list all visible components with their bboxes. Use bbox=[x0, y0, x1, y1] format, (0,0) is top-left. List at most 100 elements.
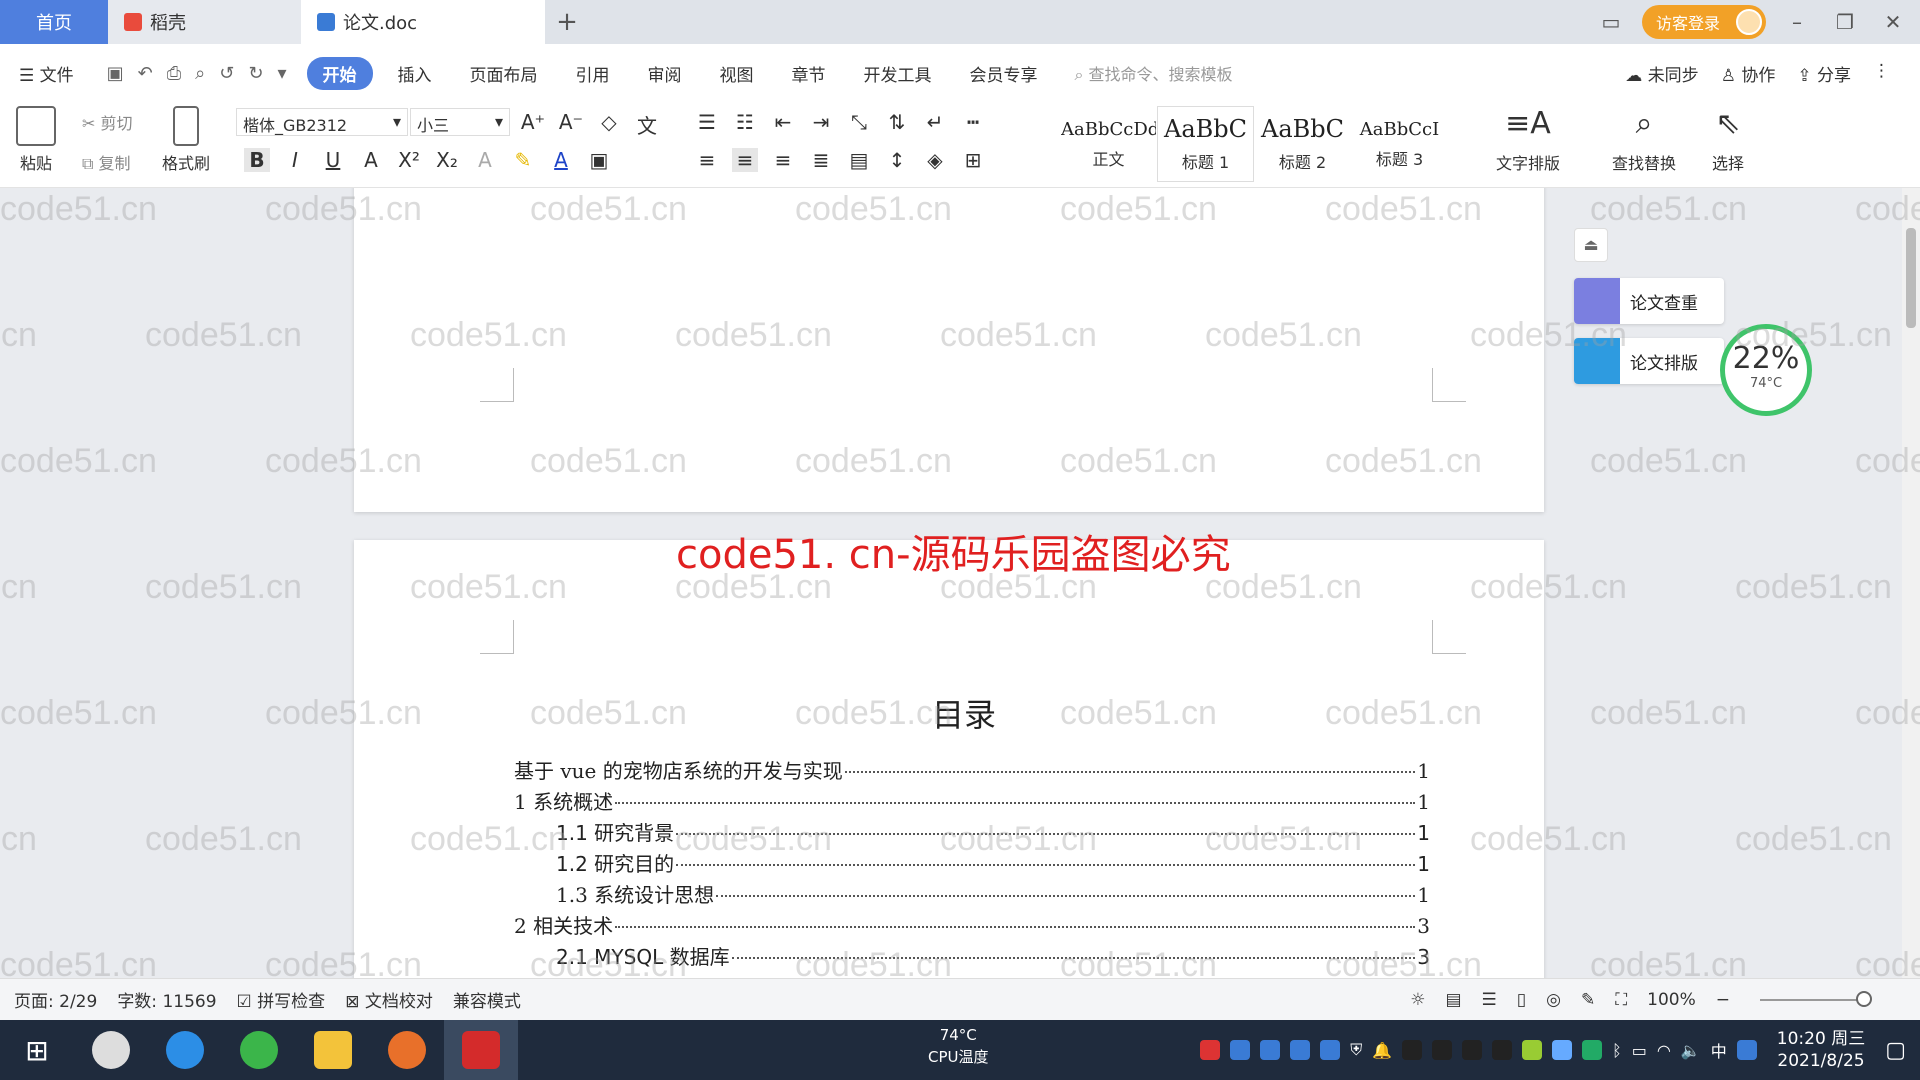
bluetooth-icon[interactable]: ᛒ bbox=[1612, 1041, 1622, 1060]
qq-icon[interactable] bbox=[1432, 1040, 1453, 1060]
minimize-icon[interactable]: – bbox=[1780, 10, 1814, 34]
menu-developer[interactable]: 开发工具 bbox=[845, 61, 951, 86]
tray-app-icon[interactable] bbox=[1260, 1040, 1281, 1060]
read-view-icon[interactable]: ▯ bbox=[1517, 990, 1526, 1010]
decrease-indent-icon[interactable]: ⇤ bbox=[770, 110, 796, 134]
restore-icon[interactable]: ❐ bbox=[1828, 10, 1862, 34]
text-effect-icon[interactable]: A bbox=[472, 148, 498, 172]
proofread-button[interactable]: ⊠ 文档校对 bbox=[345, 987, 433, 1012]
select-button[interactable]: ⇖ 选择 bbox=[1712, 106, 1744, 174]
borders-icon[interactable]: ⊞ bbox=[960, 148, 986, 172]
font-size-select[interactable]: 小三 ▾ bbox=[410, 108, 510, 136]
rollback-icon[interactable]: ↶ bbox=[138, 63, 153, 84]
strikethrough-icon[interactable]: A bbox=[358, 148, 384, 172]
notification-icon[interactable]: ▢ bbox=[1885, 1038, 1906, 1063]
redo-icon[interactable]: ↻ bbox=[248, 63, 263, 84]
cut-button[interactable]: ✂ 剪切 bbox=[82, 110, 133, 134]
print-icon[interactable]: ⎙ bbox=[167, 63, 181, 84]
text-direction-icon[interactable]: ⤡ bbox=[846, 110, 872, 134]
file-menu[interactable]: ☰ 文件 bbox=[0, 61, 93, 86]
text-layout-button[interactable]: ≡A 文字排版 bbox=[1496, 106, 1560, 174]
zoom-out-icon[interactable]: − bbox=[1716, 990, 1730, 1010]
phonetic-icon[interactable]: 文 bbox=[634, 110, 660, 139]
menu-insert[interactable]: 插入 bbox=[379, 61, 451, 86]
start-button[interactable]: ⊞ bbox=[0, 1020, 74, 1080]
paper-layout-button[interactable]: 论文排版 bbox=[1574, 338, 1724, 384]
menu-view[interactable]: 视图 bbox=[701, 61, 773, 86]
toc-entry[interactable]: 2 相关技术 3 bbox=[514, 910, 1430, 941]
copy-button[interactable]: ⧉ 复制 bbox=[82, 150, 131, 174]
zoom-slider-knob[interactable] bbox=[1856, 991, 1872, 1007]
menu-page-layout[interactable]: 页面布局 bbox=[451, 61, 557, 86]
tray-app-icon[interactable] bbox=[1230, 1040, 1251, 1060]
char-border-icon[interactable]: ▣ bbox=[586, 148, 612, 172]
save-icon[interactable]: ▣ bbox=[107, 63, 124, 84]
style-heading-2[interactable]: AaBbC 标题 2 bbox=[1254, 106, 1351, 182]
zoom-slider[interactable] bbox=[1760, 991, 1872, 1007]
write-view-icon[interactable]: ✎ bbox=[1581, 990, 1595, 1010]
qq-icon[interactable] bbox=[1492, 1040, 1513, 1060]
taskbar-app[interactable] bbox=[222, 1020, 296, 1080]
font-color-icon[interactable]: A bbox=[548, 148, 574, 172]
toc-entry[interactable]: 1 系统概述 1 bbox=[514, 786, 1430, 817]
zoom-level[interactable]: 100% bbox=[1647, 990, 1696, 1010]
tray-app-icon[interactable] bbox=[1582, 1040, 1603, 1060]
show-marks-icon[interactable]: ↵ bbox=[922, 110, 948, 134]
paper-check-button[interactable]: 论文查重 bbox=[1574, 278, 1724, 324]
distributed-icon[interactable]: ▤ bbox=[846, 148, 872, 172]
shrink-font-icon[interactable]: A⁻ bbox=[558, 110, 584, 139]
style-normal[interactable]: AaBbCcDd 正文 bbox=[1060, 106, 1157, 182]
toc-entry[interactable]: 1.2 研究目的 1 bbox=[514, 848, 1430, 879]
find-replace-button[interactable]: ⌕ 查找替换 bbox=[1612, 106, 1676, 174]
qq-icon[interactable] bbox=[1402, 1040, 1423, 1060]
font-name-select[interactable]: 楷体_GB2312 ▾ bbox=[236, 108, 408, 136]
shield-icon[interactable]: ⛨ bbox=[1350, 1040, 1362, 1060]
sort-icon[interactable]: ⇅ bbox=[884, 110, 910, 134]
style-heading-1[interactable]: AaBbC 标题 1 bbox=[1157, 106, 1254, 182]
outline-view-icon[interactable]: ☰ bbox=[1482, 990, 1497, 1010]
web-view-icon[interactable]: ◎ bbox=[1546, 990, 1561, 1010]
share-button[interactable]: ⇪ 分享 bbox=[1797, 61, 1851, 86]
tray-app-icon[interactable] bbox=[1552, 1040, 1573, 1060]
scroll-thumb[interactable] bbox=[1906, 228, 1916, 328]
tab-home[interactable]: 首页 bbox=[0, 0, 108, 44]
collab-button[interactable]: ♙ 协作 bbox=[1721, 61, 1776, 86]
guest-login-button[interactable]: 访客登录 bbox=[1641, 5, 1766, 39]
new-tab-button[interactable]: + bbox=[545, 0, 589, 44]
page-indicator[interactable]: 页面: 2/29 bbox=[14, 987, 97, 1012]
toc-entry[interactable]: 1.3 系统设计思想 1 bbox=[514, 879, 1430, 910]
cpu-temp-widget[interactable]: 74°C CPU温度 bbox=[928, 1024, 989, 1068]
bell-icon[interactable]: 🔔 bbox=[1372, 1041, 1392, 1060]
italic-icon[interactable]: I bbox=[282, 148, 308, 172]
more-icon[interactable]: ▾ bbox=[277, 63, 286, 84]
qq-icon[interactable] bbox=[1462, 1040, 1483, 1060]
bullet-list-icon[interactable]: ☰ bbox=[694, 110, 720, 134]
battery-icon[interactable]: ▭ bbox=[1632, 1041, 1647, 1060]
tray-app-icon[interactable] bbox=[1736, 1040, 1757, 1060]
menu-home[interactable]: 开始 bbox=[306, 56, 373, 90]
undo-icon[interactable]: ↺ bbox=[219, 63, 234, 84]
tab-document[interactable]: 论文.doc bbox=[301, 0, 545, 44]
collapse-panel-button[interactable]: ⏏ bbox=[1574, 228, 1608, 262]
paste-button[interactable]: 粘贴 bbox=[16, 106, 56, 174]
increase-indent-icon[interactable]: ⇥ bbox=[808, 110, 834, 134]
clock[interactable]: 10:20 周三 2021/8/25 bbox=[1777, 1028, 1865, 1072]
taskbar-app[interactable] bbox=[148, 1020, 222, 1080]
wifi-icon[interactable]: ◠ bbox=[1657, 1041, 1671, 1060]
command-search[interactable]: ⌕ 查找命令、搜索模板 bbox=[1075, 61, 1233, 85]
fit-page-icon[interactable]: ⛶ bbox=[1615, 990, 1627, 1010]
eye-protect-icon[interactable]: ☼ bbox=[1410, 990, 1425, 1010]
ruler-icon[interactable]: ┅ bbox=[960, 110, 986, 134]
close-icon[interactable]: ✕ bbox=[1876, 10, 1910, 34]
grow-font-icon[interactable]: A⁺ bbox=[520, 110, 546, 139]
clear-format-icon[interactable]: ◇ bbox=[596, 110, 622, 139]
tray-app-icon[interactable] bbox=[1200, 1040, 1221, 1060]
taskbar-app[interactable] bbox=[74, 1020, 148, 1080]
ime-indicator[interactable]: 中 bbox=[1711, 1038, 1727, 1062]
sync-button[interactable]: ☁ 未同步 bbox=[1625, 61, 1698, 86]
format-painter-button[interactable]: 格式刷 bbox=[162, 106, 210, 174]
shading-icon[interactable]: ◈ bbox=[922, 148, 948, 172]
menu-review[interactable]: 审阅 bbox=[629, 61, 701, 86]
toc-entry[interactable]: 1.1 研究背景 1 bbox=[514, 817, 1430, 848]
taskbar-app[interactable] bbox=[296, 1020, 370, 1080]
